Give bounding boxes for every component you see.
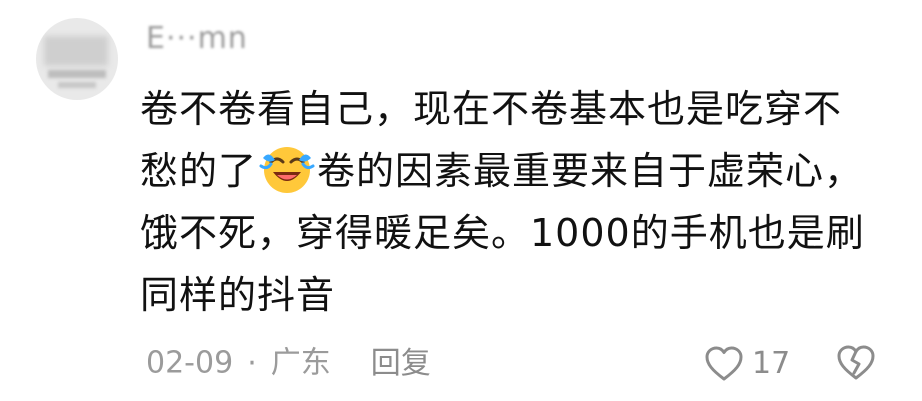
reply-button[interactable]: 回复 xyxy=(371,346,431,381)
comment-location: 广东 xyxy=(270,345,331,381)
like-button[interactable]: 17 xyxy=(704,338,790,388)
like-count: 17 xyxy=(752,345,791,381)
comment-date: 02-09 xyxy=(146,345,234,381)
avatar-image-block xyxy=(44,36,108,66)
dislike-broken-heart-icon[interactable] xyxy=(836,343,876,383)
crying-laughing-emoji-icon xyxy=(259,147,315,193)
username[interactable]: E···mn xyxy=(146,22,248,56)
comment-text: 卷不卷看自己，现在不卷基本也是吃穿不愁的了 卷的因素最重要来自于虚荣心，饿不死，… xyxy=(140,78,880,326)
heart-icon xyxy=(705,346,743,380)
comment-item: E···mn 卷不卷看自己，现在不卷基本也是吃穿不愁的了 卷的因素最重要来自于虚… xyxy=(0,0,922,401)
avatar-image-block xyxy=(48,70,106,78)
meta-separator: · xyxy=(247,345,257,381)
comment-meta: 02-09 · 广东 回复 xyxy=(146,338,431,388)
avatar-image-block xyxy=(58,82,96,88)
avatar[interactable] xyxy=(36,18,118,100)
